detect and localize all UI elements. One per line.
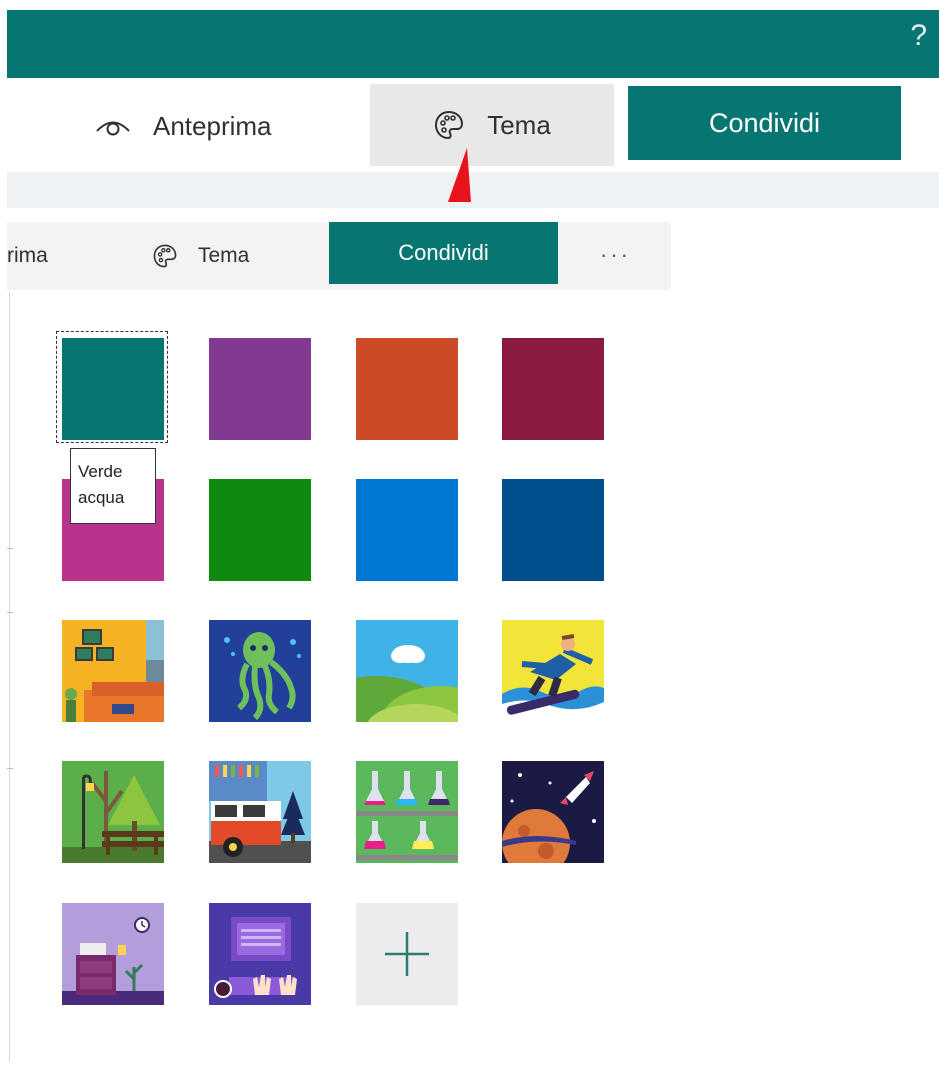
help-icon[interactable]: ? [910,18,927,54]
panel-edge-mark [7,612,13,613]
palette-icon [152,243,178,269]
share-label: Condividi [398,240,489,265]
landscape-image [356,620,458,722]
preview-button-zoomed[interactable]: Anteprima [95,92,272,160]
theme-van[interactable] [209,761,311,863]
theme-blue[interactable] [356,479,458,581]
share-button-zoomed[interactable]: Condividi [628,86,901,160]
desk-image [62,903,164,1005]
plus-icon [385,932,429,976]
theme-park[interactable] [62,761,164,863]
theme-teal[interactable] [62,338,164,440]
park-image [62,761,164,863]
panel-edge-mark [7,548,13,549]
theme-crimson[interactable] [502,338,604,440]
more-icon: ··· [600,242,631,267]
preview-label: Anteprima [153,110,272,141]
panel-left-border [9,292,10,1062]
more-options-button[interactable]: ··· [600,222,631,288]
add-custom-theme-button[interactable] [356,903,458,1005]
theme-purple[interactable] [209,338,311,440]
theme-landscape[interactable] [356,620,458,722]
eye-icon [95,114,131,138]
theme-computer[interactable] [209,903,311,1005]
theme-snowboard[interactable] [502,620,604,722]
theme-button[interactable]: Tema [152,222,249,290]
octopus-image [209,620,311,722]
computer-image [209,903,311,1005]
tooltip-line-2: acqua [78,488,125,507]
share-label: Condividi [708,107,821,138]
theme-tooltip: Verde acqua [70,448,156,524]
space-image [502,761,604,863]
science-image [356,761,458,863]
share-button[interactable]: Condividi [329,222,558,284]
preview-button[interactable]: rima [7,222,48,290]
palette-icon [433,109,465,141]
snowboard-image [502,620,604,722]
preview-label: rima [7,244,48,267]
van-image [209,761,311,863]
theme-label: Tema [198,244,250,267]
app-header-bar: ? [7,10,939,78]
theme-octopus[interactable] [209,620,311,722]
theme-green[interactable] [209,479,311,581]
theme-dark-blue[interactable] [502,479,604,581]
theme-science[interactable] [356,761,458,863]
panel-edge-mark [7,768,13,769]
tooltip-line-1: Verde [78,462,123,481]
living-room-image [62,620,164,722]
theme-label: Tema [487,109,551,140]
red-arrow-pointer [448,148,471,202]
theme-space[interactable] [502,761,604,863]
theme-button-zoomed[interactable]: Tema [370,84,614,166]
theme-orange[interactable] [356,338,458,440]
theme-desk[interactable] [62,903,164,1005]
theme-living-room[interactable] [62,620,164,722]
